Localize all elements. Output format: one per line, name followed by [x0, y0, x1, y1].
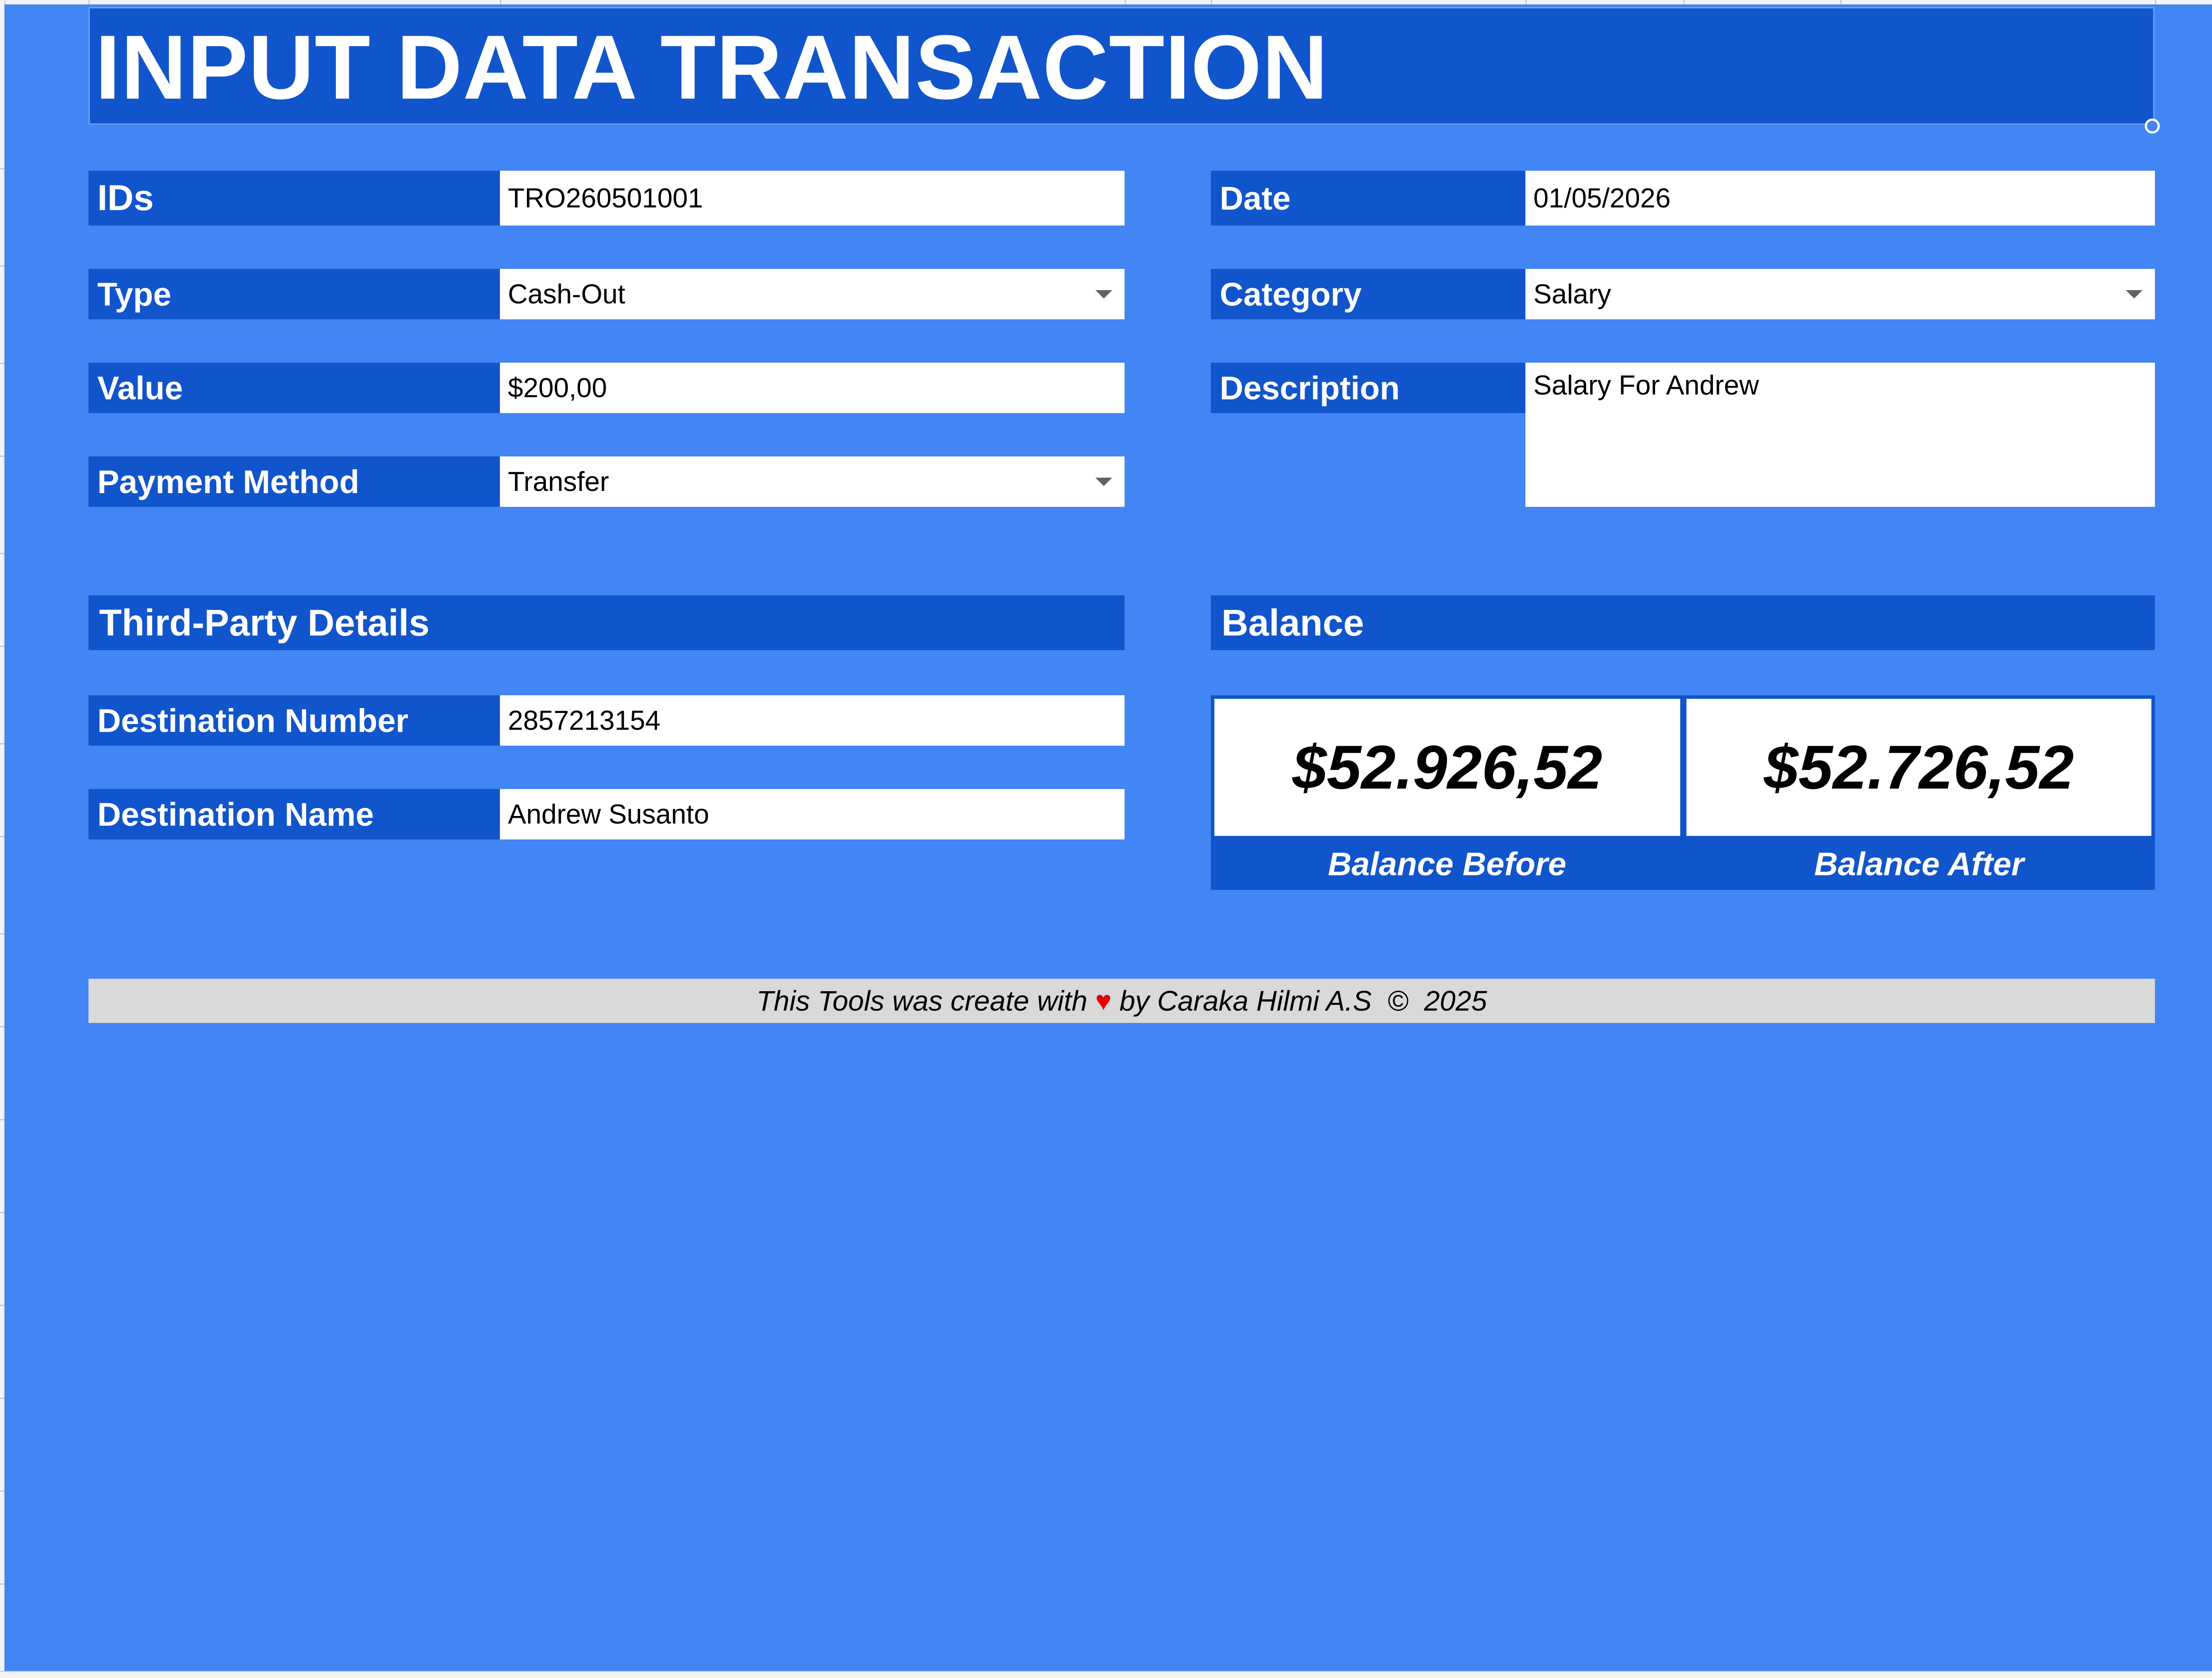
footer-credit-prefix: This Tools was create with	[756, 985, 1095, 1017]
type-label: Type	[88, 269, 500, 319]
type-dropdown[interactable]: Cash-Out	[500, 269, 1125, 319]
date-field[interactable]: 01/05/2026	[1525, 171, 2155, 226]
balance-before-amount[interactable]: $52.926,52	[1214, 699, 1680, 836]
destination-name-label: Destination Name	[88, 789, 500, 839]
payment-method-value: Transfer	[508, 466, 609, 497]
category-dropdown[interactable]: Salary	[1525, 269, 2155, 319]
chevron-down-icon[interactable]	[1095, 478, 1112, 486]
balance-section-header: Balance	[1211, 595, 2155, 650]
description-label: Description	[1211, 363, 1525, 413]
date-label: Date	[1211, 171, 1525, 226]
ids-label: IDs	[88, 171, 500, 226]
balance-after-amount[interactable]: $52.726,52	[1686, 699, 2151, 836]
description-field[interactable]: Salary For Andrew	[1525, 363, 2155, 507]
type-value: Cash-Out	[508, 279, 626, 310]
payment-method-label: Payment Method	[88, 456, 500, 507]
payment-method-dropdown[interactable]: Transfer	[500, 456, 1125, 507]
value-label: Value	[88, 363, 500, 413]
ids-field[interactable]: TRO260501001	[500, 171, 1125, 226]
footer-credit-suffix: by Caraka Hilmi A.S © 2025	[1111, 985, 1487, 1017]
third-party-section-header: Third-Party Details	[88, 595, 1125, 650]
value-field[interactable]: $200,00	[500, 363, 1125, 413]
footer-credit: This Tools was create with ♥ by Caraka H…	[88, 979, 2155, 1023]
page-title[interactable]: INPUT DATA TRANSACTION	[88, 7, 2154, 125]
destination-name-field[interactable]: Andrew Susanto	[500, 789, 1125, 839]
category-label: Category	[1211, 269, 1525, 319]
chevron-down-icon[interactable]	[2126, 290, 2143, 299]
destination-number-field[interactable]: 2857213154	[500, 695, 1125, 746]
balance-after-caption: Balance After	[1814, 845, 2024, 882]
destination-number-label: Destination Number	[88, 695, 500, 746]
category-value: Salary	[1533, 279, 1611, 310]
selection-resize-handle[interactable]	[2145, 119, 2160, 134]
chevron-down-icon[interactable]	[1095, 290, 1112, 299]
balance-panel: $52.926,52 $52.726,52 Balance Before Bal…	[1211, 695, 2155, 890]
heart-icon: ♥	[1095, 985, 1112, 1016]
balance-before-caption: Balance Before	[1328, 845, 1567, 882]
